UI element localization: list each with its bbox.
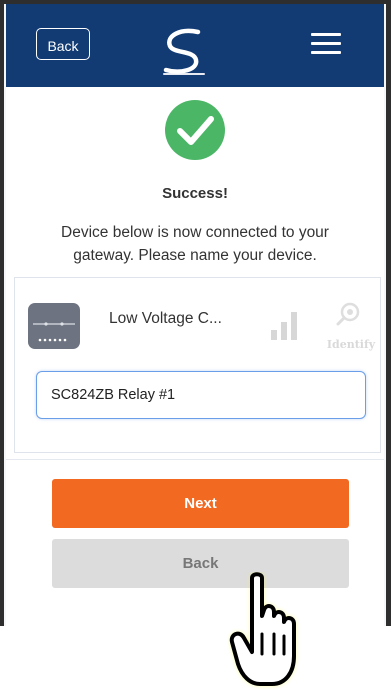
- success-message: Device below is now connected to your ga…: [61, 224, 329, 264]
- device-name-label: Low Voltage C...: [109, 310, 222, 327]
- identify-magnifier-icon[interactable]: [335, 302, 363, 326]
- header-back-button[interactable]: Back: [36, 28, 90, 60]
- app-frame: Back Success! Device below is now connec…: [0, 0, 391, 686]
- device-card: Low Voltage C... Identify: [14, 277, 381, 453]
- success-title: Success!: [162, 185, 228, 202]
- frame-border-left: [0, 0, 4, 626]
- frame-border-right: [386, 0, 391, 626]
- signal-strength-icon: [271, 312, 297, 340]
- brand-swirl-logo-icon: [163, 28, 205, 75]
- main-content: Success! Device below is now connected t…: [6, 87, 384, 686]
- divider: [6, 459, 384, 460]
- relay-device-icon: [28, 303, 80, 349]
- pointing-hand-cursor-icon: [229, 572, 296, 686]
- checkmark-circle-icon: [165, 100, 225, 160]
- hamburger-menu-icon[interactable]: [311, 33, 341, 55]
- identify-label[interactable]: Identify: [321, 338, 381, 351]
- device-name-input[interactable]: [36, 371, 366, 419]
- header-bar: Back: [6, 4, 384, 87]
- next-button[interactable]: Next: [52, 479, 349, 528]
